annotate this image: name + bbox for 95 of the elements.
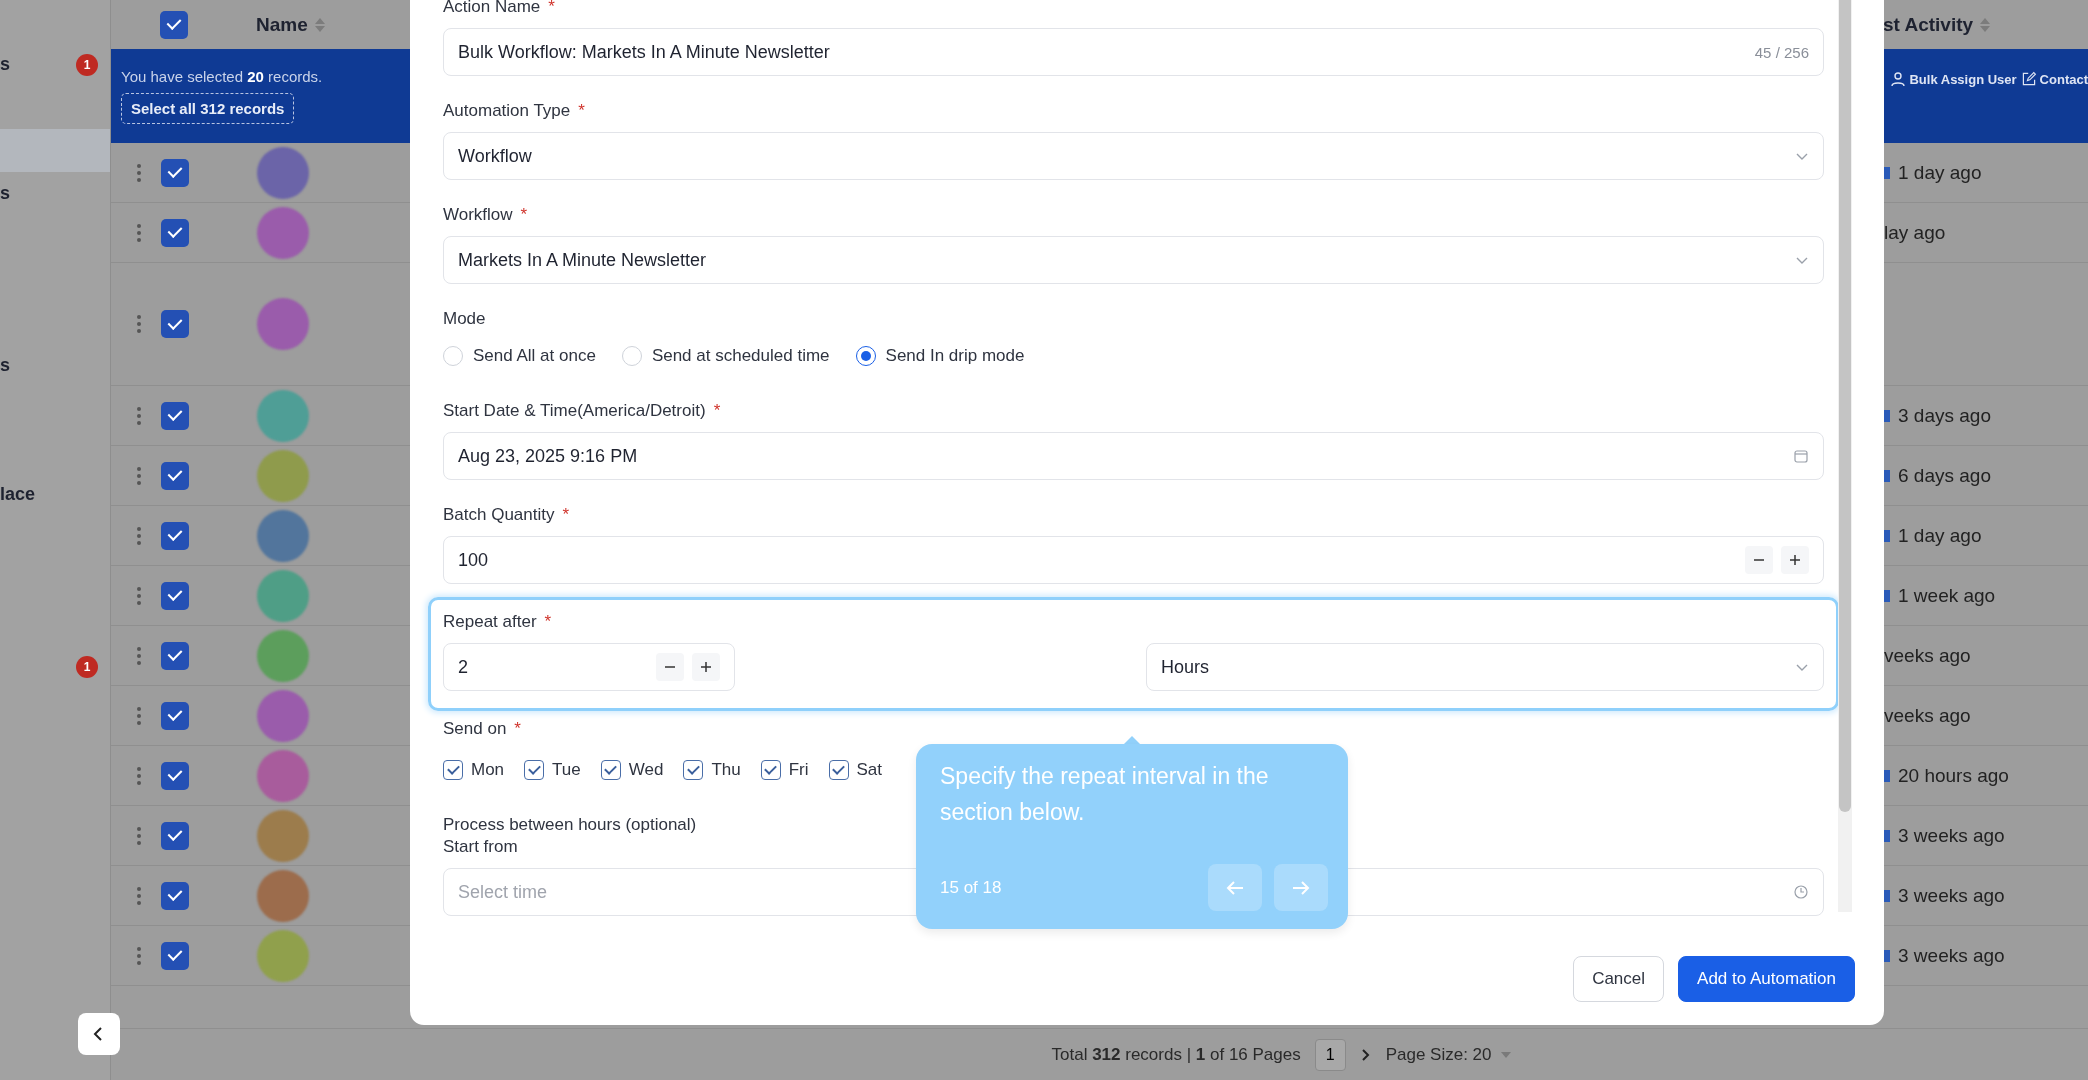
row-checkbox[interactable]	[161, 218, 189, 247]
scrollbar[interactable]	[1839, 0, 1851, 812]
day-checkbox[interactable]: Fri	[760, 758, 809, 782]
collapse-button[interactable]	[78, 1013, 120, 1055]
last-activity: veeks ago	[1884, 704, 1971, 727]
page-button[interactable]: 1	[1314, 1038, 1346, 1071]
row-checkbox[interactable]	[161, 701, 189, 730]
last-activity: 3 weeks ago	[1898, 944, 2005, 967]
field-label: Repeat after *	[443, 611, 552, 633]
tooltip-text: Specify the repeat interval in the section below.	[940, 762, 1270, 827]
field-label: Action Name *	[443, 0, 555, 18]
number-field[interactable]: 100	[443, 536, 1824, 584]
field-label: Workflow *	[443, 204, 528, 226]
plus-icon	[1788, 553, 1802, 567]
day-checkbox[interactable]: Tue	[524, 758, 581, 782]
row-checkbox[interactable]	[161, 461, 189, 490]
clock-icon	[1793, 884, 1809, 900]
radio-option[interactable]: Send All at once	[443, 344, 596, 368]
sidebar-item[interactable]: s 1	[0, 43, 110, 86]
select-field[interactable]: Workflow	[443, 132, 1824, 180]
last-activity: lay ago	[1884, 221, 1946, 244]
cancel-button[interactable]: Cancel	[1573, 955, 1665, 1002]
increment-button[interactable]	[692, 653, 720, 681]
step-counter: 15 of 18	[940, 877, 1002, 898]
last-activity: 3 weeks ago	[1898, 884, 2005, 907]
sidebar-label: s	[0, 54, 10, 75]
sidebar-item[interactable]: s	[0, 344, 110, 387]
decrement-button[interactable]	[1745, 546, 1773, 574]
last-activity: 20 hours ago	[1898, 764, 2009, 787]
day-checkbox[interactable]: Sat	[828, 758, 883, 782]
decrement-button[interactable]	[656, 653, 684, 681]
row-checkbox[interactable]	[161, 401, 189, 430]
row-checkbox[interactable]	[161, 158, 189, 187]
page-size[interactable]: Page Size: 20	[1385, 1044, 1492, 1065]
last-activity: 1 day ago	[1898, 161, 1982, 184]
day-checkbox[interactable]: Wed	[600, 758, 664, 782]
date-field[interactable]: Aug 23, 2025 9:16 PM	[443, 432, 1824, 480]
previous-button[interactable]	[1208, 864, 1262, 911]
field-label: Start from	[443, 836, 518, 858]
radio-option[interactable]: Send In drip mode	[855, 344, 1025, 368]
row-checkbox[interactable]	[161, 310, 189, 338]
radio-option[interactable]: Send at scheduled time	[621, 344, 830, 368]
edit-icon	[2020, 71, 2037, 87]
sidebar-item[interactable]: s	[0, 172, 110, 215]
arrow-left-icon	[1225, 879, 1245, 896]
caret-down-icon[interactable]	[1499, 1050, 1512, 1059]
select-field[interactable]: Hours	[1146, 643, 1824, 691]
sidebar-item[interactable]: 1	[0, 645, 110, 688]
chevron-right-icon[interactable]	[1359, 1047, 1372, 1062]
field-label: Automation Type *	[443, 100, 585, 122]
row-checkbox[interactable]	[161, 761, 189, 790]
selection-message: You have selected 20 records.	[121, 68, 323, 85]
field-label: Mode	[443, 308, 486, 330]
increment-button[interactable]	[1781, 546, 1809, 574]
character-counter: 45 / 256	[1754, 43, 1809, 61]
select-all-checkbox[interactable]	[160, 10, 188, 39]
last-activity: 1 day ago	[1898, 524, 1982, 547]
last-activity: 6 days ago	[1898, 464, 1991, 487]
arrow-right-icon	[1291, 879, 1311, 896]
row-checkbox[interactable]	[161, 941, 189, 970]
sidebar-label: lace	[0, 484, 36, 505]
bulk-action-button[interactable]: Bulk Assign User	[1890, 71, 2017, 87]
user-icon	[1890, 71, 1907, 87]
last-activity: 1 week ago	[1898, 584, 1996, 607]
count-badge: 1	[76, 655, 98, 678]
bulk-action-button[interactable]: Contact	[2020, 71, 2088, 87]
count-badge: 1	[76, 53, 98, 76]
next-button[interactable]	[1274, 864, 1328, 911]
day-checkbox[interactable]: Mon	[443, 758, 505, 782]
sidebar-label: s	[0, 355, 10, 376]
row-checkbox[interactable]	[161, 641, 189, 670]
submit-button[interactable]: Add to Automation	[1678, 955, 1855, 1002]
calendar-icon	[1793, 448, 1809, 464]
records-summary: Total 312 records | 1 of 16 Pages	[1051, 1044, 1301, 1065]
column-header[interactable]: st Activity	[1883, 13, 1974, 36]
row-checkbox[interactable]	[161, 881, 189, 910]
select-all-button[interactable]: Select all 312 records	[121, 93, 295, 124]
plus-icon	[699, 660, 713, 674]
select-field[interactable]: Markets In A Minute Newsletter	[443, 236, 1824, 284]
last-activity: 3 days ago	[1898, 404, 1991, 427]
day-checkbox[interactable]: Thu	[683, 758, 741, 782]
sidebar-label: s	[0, 183, 10, 204]
field-label: Send on *	[443, 718, 521, 740]
field-label: Start Date & Time(America/Detroit) *	[443, 400, 721, 422]
last-activity: veeks ago	[1884, 644, 1971, 667]
sidebar-item[interactable]: lace	[0, 473, 110, 516]
row-checkbox[interactable]	[161, 581, 189, 610]
column-header[interactable]: Name	[256, 13, 308, 36]
row-checkbox[interactable]	[161, 821, 189, 850]
number-field[interactable]: 2	[443, 643, 735, 691]
last-activity: 3 weeks ago	[1898, 824, 2005, 847]
field-label: Batch Quantity *	[443, 504, 570, 526]
text-field[interactable]: Bulk Workflow: Markets In A Minute Newsletter 45 / 256	[443, 28, 1824, 76]
row-checkbox[interactable]	[161, 521, 189, 550]
section-label: Process between hours (optional)	[443, 814, 697, 836]
